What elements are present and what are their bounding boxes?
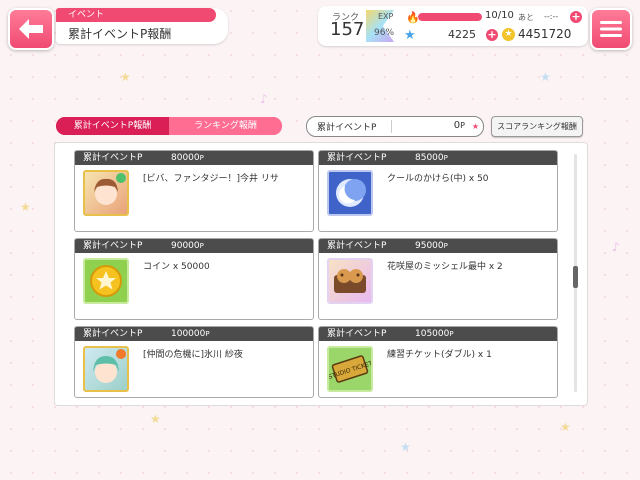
stamina-value: 10/10	[485, 10, 514, 21]
sparkle-icon: ★	[540, 70, 551, 84]
reward-item-name: 花咲屋のミッシェル最中 x 2	[387, 262, 503, 272]
reward-item-name: 練習チケット(ダブル) x 1	[387, 350, 492, 360]
coin-count: 4451720	[518, 27, 572, 41]
reward-item-name: [ビバ、ファンタジー！]今井 リサ	[143, 174, 279, 184]
sparkle-icon: ♪	[612, 240, 620, 254]
star-icon: ★	[471, 122, 479, 131]
reward-points: 95000P	[415, 241, 448, 251]
tab-ranking-rewards[interactable]: ランキング報酬	[169, 117, 282, 135]
reward-header: 累計イベントP 95000P	[319, 239, 557, 253]
reward-item-name: [仲間の危機に]氷川 紗夜	[143, 350, 243, 360]
page-title-box: イベント 累計イベントP報酬	[56, 8, 228, 44]
coin-icon[interactable]	[83, 258, 129, 304]
reward-card: 累計イベントP 90000P コイン x 50000	[74, 238, 314, 320]
sparkle-icon: ★	[400, 440, 411, 454]
page-category: イベント	[56, 8, 216, 22]
reward-points-label: 累計イベントP	[327, 329, 387, 339]
reward-points-label: 累計イベントP	[83, 153, 143, 163]
hamburger-menu-icon	[600, 21, 622, 37]
star-count: 4225	[448, 28, 476, 41]
tab-event-point-rewards[interactable]: 累計イベントP報酬	[56, 117, 169, 135]
event-point-label: 累計イベントP	[317, 123, 377, 133]
studio-ticket-icon[interactable]: STUDIO TICKET	[327, 346, 374, 392]
reward-header: 累計イベントP 90000P	[75, 239, 313, 253]
sparkle-icon: ★	[560, 420, 571, 434]
back-arrow-icon	[19, 19, 43, 39]
back-button[interactable]	[8, 8, 54, 50]
reward-points: 85000P	[415, 153, 448, 163]
reward-points: 80000P	[171, 153, 204, 163]
menu-button[interactable]	[590, 8, 632, 50]
reward-points-label: 累計イベントP	[83, 329, 143, 339]
reward-points-label: 累計イベントP	[327, 153, 387, 163]
reward-header: 累計イベントP 105000P	[319, 327, 557, 341]
character-card-icon[interactable]	[83, 170, 129, 216]
sparkle-icon: ★	[120, 70, 131, 84]
event-point-value: 0P	[453, 120, 465, 131]
stamina-note: あと	[518, 13, 534, 22]
sparkle-icon: ★	[20, 200, 31, 214]
reward-points-label: 累計イベントP	[83, 241, 143, 251]
stamina-bar-fill	[418, 13, 482, 21]
rank-value: 157	[330, 19, 365, 40]
coin-icon: ★	[502, 28, 515, 41]
divider	[391, 120, 392, 133]
sparkle-icon: ♪	[260, 92, 268, 106]
event-point-display: 累計イベントP 0P ★	[306, 116, 484, 137]
character-portrait-icon	[94, 173, 126, 205]
sparkle-icon: ★	[150, 412, 161, 426]
cool-shard-icon[interactable]	[327, 170, 373, 216]
reward-card: 累計イベントP 100000P [仲間の危機に]氷川 紗夜	[74, 326, 314, 398]
reward-points: 90000P	[171, 241, 204, 251]
reward-points: 100000P	[171, 329, 210, 339]
reward-card: 累計イベントP 85000P クールのかけら(中) x 50	[318, 150, 558, 232]
star-icon: ★	[404, 28, 416, 43]
stamina-time: --:--	[544, 12, 559, 21]
player-status: ランク 157 EXP 96% 🔥 10/10 あと --:-- + ★ 422…	[318, 6, 588, 46]
character-card-icon[interactable]	[83, 346, 129, 392]
reward-header: 累計イベントP 80000P	[75, 151, 313, 165]
character-portrait-icon	[93, 349, 126, 383]
score-ranking-rewards-button[interactable]: スコアランキング報酬	[491, 116, 583, 137]
reward-tabs: 累計イベントP報酬 ランキング報酬	[56, 117, 282, 135]
stamina-bar	[418, 13, 482, 21]
exp-label: EXP	[378, 12, 394, 21]
reward-card: 累計イベントP 80000P [ビバ、ファンタジー！]今井 リサ	[74, 150, 314, 232]
exp-percent: 96%	[374, 28, 395, 38]
scrollbar-thumb[interactable]	[573, 266, 578, 288]
add-stars-button[interactable]: +	[486, 29, 498, 41]
reward-points: 105000P	[415, 329, 454, 339]
gold-coin-icon	[90, 265, 122, 297]
reward-card: 累計イベントP 95000P 花咲屋のミッシェル最中 x 2	[318, 238, 558, 320]
michelle-monaka-icon[interactable]	[327, 258, 373, 304]
ticket-icon: STUDIO TICKET	[328, 355, 374, 383]
reward-header: 累計イベントP 100000P	[75, 327, 313, 341]
reward-item-name: コイン x 50000	[143, 262, 210, 272]
moon-shard-icon	[336, 179, 366, 207]
monaka-sweet-icon	[334, 269, 366, 293]
add-stamina-button[interactable]: +	[570, 11, 582, 23]
reward-item-name: クールのかけら(中) x 50	[387, 174, 489, 184]
page-title: 累計イベントP報酬	[68, 27, 172, 41]
reward-card: 累計イベントP 105000P STUDIO TICKET 練習チケット(ダブル…	[318, 326, 558, 398]
reward-points-label: 累計イベントP	[327, 241, 387, 251]
reward-header: 累計イベントP 85000P	[319, 151, 557, 165]
